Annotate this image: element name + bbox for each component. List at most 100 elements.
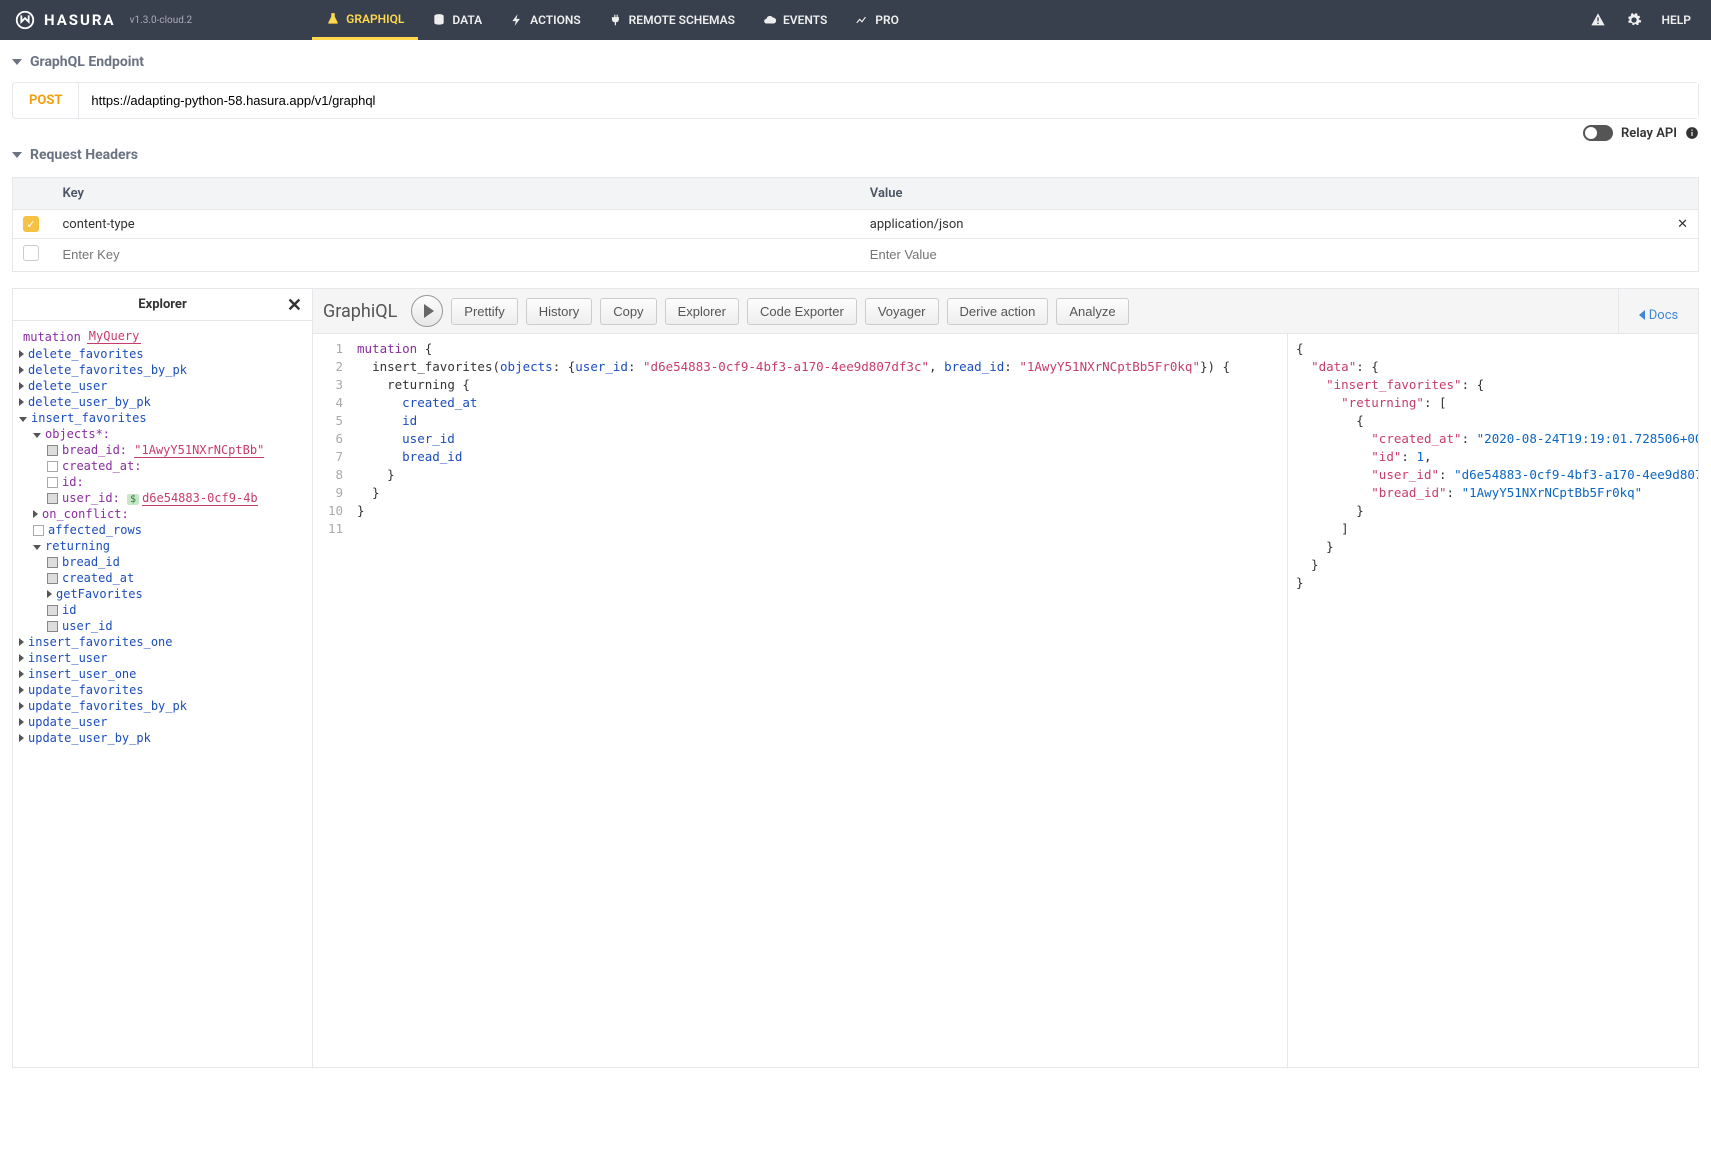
endpoint-row: POST bbox=[12, 82, 1699, 119]
endpoint-method: POST bbox=[13, 83, 78, 118]
tree-ret-id[interactable]: id bbox=[47, 602, 306, 618]
analyze-button[interactable]: Analyze bbox=[1056, 298, 1128, 325]
tree-on-conflict[interactable]: on_conflict: bbox=[33, 506, 306, 522]
tree-delete-user[interactable]: delete_user bbox=[19, 378, 306, 394]
headers-section: Request Headers bbox=[0, 141, 1711, 169]
tree-insert-user-one[interactable]: insert_user_one bbox=[19, 666, 306, 682]
tree-delete-user-by-pk[interactable]: delete_user_by_pk bbox=[19, 394, 306, 410]
relay-api-toggle[interactable] bbox=[1583, 125, 1613, 141]
tree-insert-user[interactable]: insert_user bbox=[19, 650, 306, 666]
brand: HASURA v1.3.0-cloud.2 bbox=[14, 9, 192, 31]
explorer-close-button[interactable]: ✕ bbox=[287, 295, 302, 316]
explorer-button[interactable]: Explorer bbox=[665, 298, 739, 325]
tree-returning[interactable]: returning bbox=[33, 538, 306, 554]
voyager-button[interactable]: Voyager bbox=[865, 298, 939, 325]
header-value-col: Value bbox=[860, 178, 1667, 210]
tree-update-user[interactable]: update_user bbox=[19, 714, 306, 730]
history-button[interactable]: History bbox=[526, 298, 592, 325]
tree-affected-rows[interactable]: affected_rows bbox=[33, 522, 306, 538]
headers-row-empty bbox=[13, 239, 1699, 272]
header-value[interactable]: application/json bbox=[870, 217, 964, 232]
chevron-left-icon bbox=[1639, 310, 1645, 320]
endpoint-url-input[interactable] bbox=[78, 83, 1698, 118]
header-key[interactable]: content-type bbox=[63, 217, 135, 232]
nav-pro[interactable]: PRO bbox=[841, 0, 913, 40]
graphiql-title: GraphiQL bbox=[323, 301, 397, 322]
dollar-icon: $ bbox=[127, 494, 139, 505]
query-code[interactable]: mutation { insert_favorites(objects: {us… bbox=[347, 334, 1230, 1067]
docs-toggle[interactable]: Docs bbox=[1618, 289, 1698, 334]
graphiql-toolbar: GraphiQL Prettify History Copy Explorer … bbox=[313, 289, 1618, 334]
tree-arg-created-at[interactable]: created_at: bbox=[47, 458, 306, 474]
warning-icon[interactable] bbox=[1590, 12, 1606, 28]
plug-icon bbox=[609, 13, 623, 27]
nav-actions[interactable]: ACTIONS bbox=[496, 0, 595, 40]
headers-title: Request Headers bbox=[30, 147, 138, 163]
tree-ret-bread-id[interactable]: bread_id bbox=[47, 554, 306, 570]
explorer-header: Explorer ✕ bbox=[13, 289, 312, 321]
flask-icon bbox=[326, 12, 340, 26]
code-exporter-button[interactable]: Code Exporter bbox=[747, 298, 857, 325]
tree-update-favorites-by-pk[interactable]: update_favorites_by_pk bbox=[19, 698, 306, 714]
derive-action-button[interactable]: Derive action bbox=[947, 298, 1049, 325]
operation-row[interactable]: mutation MyQuery bbox=[19, 327, 306, 346]
database-icon bbox=[432, 13, 446, 27]
chart-icon bbox=[855, 13, 869, 27]
cloud-icon bbox=[763, 13, 777, 27]
header-key-input[interactable] bbox=[63, 247, 850, 262]
headers-table: Key Value ✓ content-type application/jso… bbox=[12, 177, 1699, 272]
tree-update-user-by-pk[interactable]: update_user_by_pk bbox=[19, 730, 306, 746]
chevron-down-icon bbox=[12, 152, 22, 158]
graphiql-workspace: Explorer ✕ mutation MyQuery delete_favor… bbox=[12, 288, 1699, 1068]
info-icon[interactable] bbox=[1685, 126, 1699, 140]
endpoint-section-toggle[interactable]: GraphQL Endpoint bbox=[12, 48, 1699, 76]
hasura-logo-icon bbox=[14, 9, 36, 31]
prettify-button[interactable]: Prettify bbox=[451, 298, 517, 325]
tree-objects[interactable]: objects*: bbox=[33, 426, 306, 442]
execute-button[interactable] bbox=[411, 295, 443, 327]
explorer-pane: Explorer ✕ mutation MyQuery delete_favor… bbox=[13, 289, 313, 1067]
tree-update-favorites[interactable]: update_favorites bbox=[19, 682, 306, 698]
tree-insert-favorites[interactable]: insert_favorites bbox=[19, 410, 306, 426]
tree-ret-created-at[interactable]: created_at bbox=[47, 570, 306, 586]
gear-icon[interactable] bbox=[1626, 12, 1642, 28]
tree-insert-favorites-one[interactable]: insert_favorites_one bbox=[19, 634, 306, 650]
tree-arg-user-id[interactable]: user_id: $d6e54883-0cf9-4b bbox=[47, 490, 306, 506]
header-enabled-checkbox[interactable]: ✓ bbox=[23, 216, 39, 232]
brand-name: HASURA bbox=[44, 11, 116, 29]
headers-row: ✓ content-type application/json ✕ bbox=[13, 210, 1699, 239]
graphiql-pane: GraphiQL Prettify History Copy Explorer … bbox=[313, 289, 1698, 1067]
play-icon bbox=[424, 304, 434, 318]
copy-button[interactable]: Copy bbox=[600, 298, 656, 325]
relay-api-label: Relay API bbox=[1621, 126, 1677, 141]
tree-delete-favorites[interactable]: delete_favorites bbox=[19, 346, 306, 362]
header-key-col: Key bbox=[53, 178, 860, 210]
header-value-input[interactable] bbox=[870, 247, 1657, 262]
headers-section-toggle[interactable]: Request Headers bbox=[12, 141, 1699, 169]
help-link[interactable]: HELP bbox=[1662, 13, 1691, 27]
endpoint-title: GraphQL Endpoint bbox=[30, 54, 144, 70]
explorer-body: mutation MyQuery delete_favorites delete… bbox=[13, 321, 312, 752]
nav-events[interactable]: EVENTS bbox=[749, 0, 841, 40]
header-delete-button[interactable]: ✕ bbox=[1677, 217, 1688, 232]
nav-graphiql[interactable]: GRAPHIQL bbox=[312, 0, 418, 40]
tree-arg-id[interactable]: id: bbox=[47, 474, 306, 490]
editors: 1 2 3 4 5 6 7 8 9 10 11 mutation { inser… bbox=[313, 334, 1698, 1067]
header-enabled-checkbox[interactable] bbox=[23, 245, 39, 261]
brand-version: v1.3.0-cloud.2 bbox=[130, 15, 193, 26]
tree-arg-bread-id[interactable]: bread_id: "1AwyY51NXrNCptBb" bbox=[47, 442, 306, 458]
result-viewer[interactable]: { "data": { "insert_favorites": { "retur… bbox=[1288, 334, 1698, 1067]
chevron-down-icon bbox=[12, 59, 22, 65]
tree-ret-user-id[interactable]: user_id bbox=[47, 618, 306, 634]
endpoint-section: GraphQL Endpoint POST bbox=[0, 40, 1711, 119]
nav-remote-schemas[interactable]: REMOTE SCHEMAS bbox=[595, 0, 749, 40]
tree-ret-getfavorites[interactable]: getFavorites bbox=[47, 586, 306, 602]
main-nav: GRAPHIQL DATA ACTIONS REMOTE SCHEMAS EVE… bbox=[312, 0, 913, 40]
bolt-icon bbox=[510, 13, 524, 27]
query-editor[interactable]: 1 2 3 4 5 6 7 8 9 10 11 mutation { inser… bbox=[313, 334, 1288, 1067]
relay-row: Relay API bbox=[0, 119, 1711, 141]
nav-data[interactable]: DATA bbox=[418, 0, 496, 40]
explorer-title: Explorer bbox=[138, 297, 186, 312]
tree-delete-favorites-by-pk[interactable]: delete_favorites_by_pk bbox=[19, 362, 306, 378]
operation-name-input[interactable]: MyQuery bbox=[87, 329, 142, 344]
